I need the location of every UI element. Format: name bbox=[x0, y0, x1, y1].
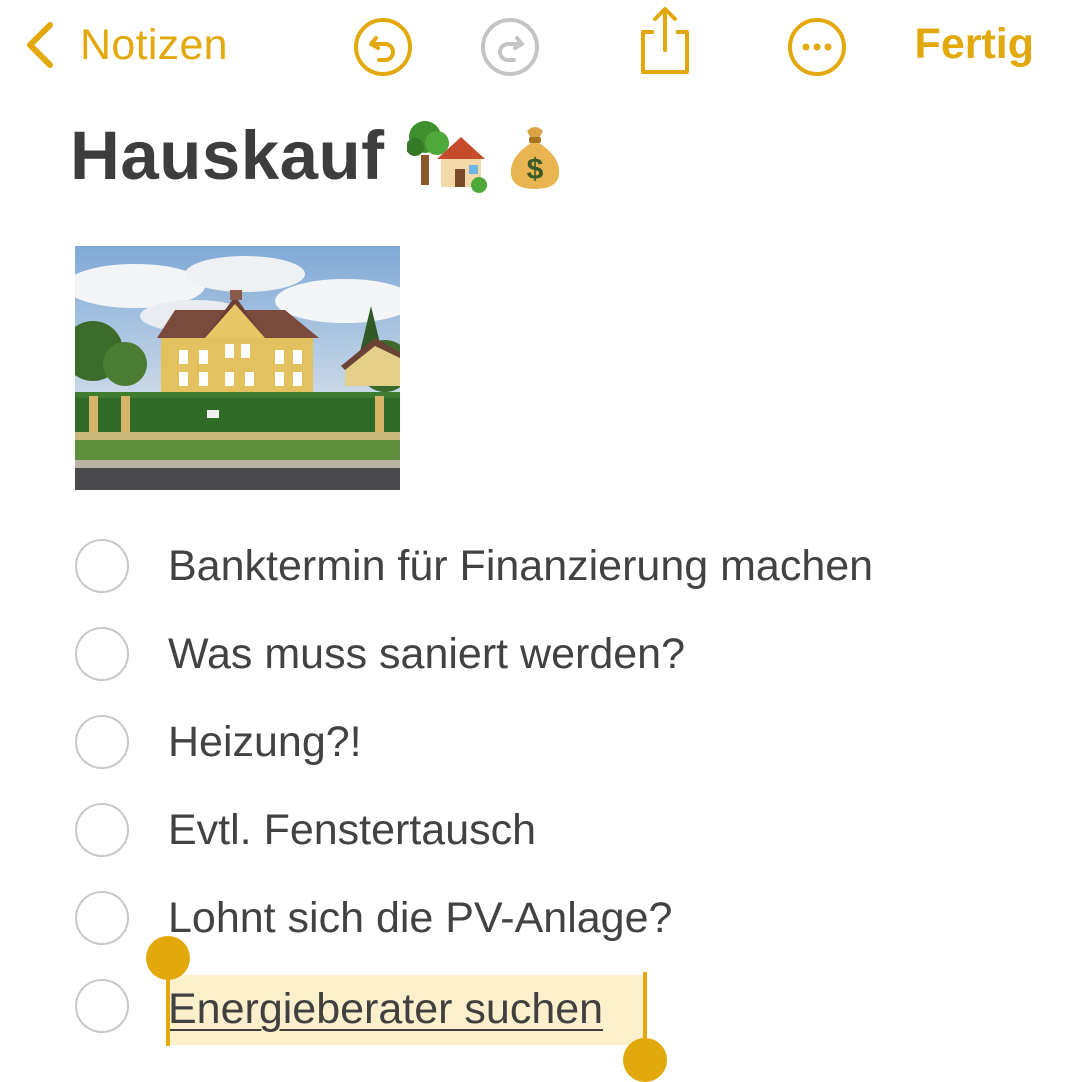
navigation-bar: Notizen Fertig bbox=[0, 0, 1080, 96]
money-bag-icon: $ bbox=[510, 127, 559, 189]
list-item-text[interactable]: Was muss saniert werden? bbox=[168, 627, 685, 681]
share-icon bbox=[641, 7, 689, 74]
checkbox[interactable] bbox=[75, 803, 129, 857]
list-item: Was muss saniert werden? bbox=[0, 610, 1080, 698]
note-title[interactable]: Hauskauf $ bbox=[70, 110, 565, 200]
back-label: Notizen bbox=[80, 20, 228, 69]
list-item: Banktermin für Finanzierung machen bbox=[0, 522, 1080, 610]
house-photo[interactable] bbox=[75, 246, 400, 490]
checkbox[interactable] bbox=[75, 891, 129, 945]
more-icon bbox=[788, 18, 846, 76]
checkbox[interactable] bbox=[75, 715, 129, 769]
undo-button[interactable] bbox=[352, 16, 414, 78]
more-button[interactable] bbox=[786, 16, 848, 78]
redo-icon bbox=[481, 18, 539, 76]
tree-icon bbox=[406, 121, 487, 193]
list-item: Heizung?! bbox=[0, 698, 1080, 786]
back-button[interactable]: Notizen bbox=[22, 18, 228, 72]
svg-text:$: $ bbox=[526, 153, 543, 186]
list-item-text[interactable]: Lohnt sich die PV-Anlage? bbox=[168, 891, 672, 945]
list-item: Evtl. Fenstertausch bbox=[0, 786, 1080, 874]
list-item-text[interactable]: Banktermin für Finanzierung machen bbox=[168, 539, 873, 593]
redo-button[interactable] bbox=[479, 16, 541, 78]
selection-start-handle[interactable] bbox=[146, 936, 190, 980]
share-button[interactable] bbox=[634, 2, 696, 78]
done-button[interactable]: Fertig bbox=[915, 16, 1034, 72]
undo-icon bbox=[354, 18, 412, 76]
list-item-text[interactable]: Evtl. Fenstertausch bbox=[168, 803, 536, 857]
selected-list-item-text[interactable]: Energieberater suchen bbox=[168, 982, 603, 1036]
checkbox[interactable] bbox=[75, 539, 129, 593]
note-title-text: Hauskauf bbox=[70, 116, 385, 194]
selection-end-handle[interactable] bbox=[623, 1038, 667, 1082]
chevron-left-icon bbox=[27, 22, 53, 68]
list-item-text[interactable]: Heizung?! bbox=[168, 715, 362, 769]
checkbox[interactable] bbox=[75, 627, 129, 681]
checkbox[interactable] bbox=[75, 979, 129, 1033]
house-photo-image bbox=[75, 246, 400, 490]
